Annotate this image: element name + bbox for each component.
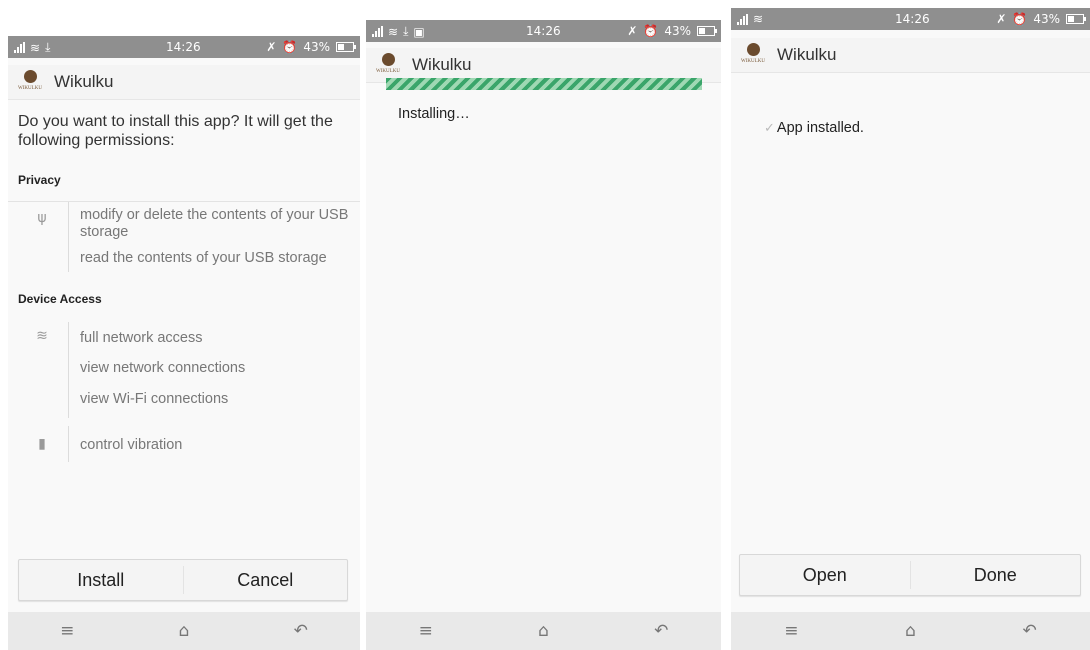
installed-label: App installed. [776, 120, 864, 136]
button-bar: Open Done [739, 554, 1081, 596]
back-icon[interactable]: ↶ [1022, 621, 1036, 641]
home-icon[interactable]: ⌂ [179, 621, 190, 641]
button-bar: Install Cancel [18, 559, 348, 601]
mute-icon: ✗ [266, 40, 277, 54]
navigation-bar: ≡ ⌂ ↶ [8, 612, 360, 650]
device-access-heading: Device Access [18, 292, 102, 306]
menu-icon[interactable]: ≡ [419, 621, 433, 641]
app-header: WIKULKU Wikulku [8, 65, 360, 100]
back-icon[interactable]: ↶ [654, 621, 668, 641]
home-icon[interactable]: ⌂ [905, 621, 916, 641]
battery-percent: 43% [664, 24, 691, 38]
divider [68, 202, 69, 272]
navigation-bar: ≡ ⌂ ↶ [366, 612, 721, 650]
mute-icon: ✗ [996, 12, 1007, 26]
back-icon[interactable]: ↶ [294, 621, 308, 641]
wifi-icon: ≋ [36, 328, 48, 344]
app-logo: WIKULKU [739, 41, 767, 69]
alarm-icon: ⏰ [282, 40, 298, 54]
permission-wifi-view: view Wi-Fi connections [80, 391, 229, 407]
divider [68, 426, 69, 462]
signal-icon [372, 26, 383, 37]
done-button[interactable]: Done [911, 555, 1081, 595]
menu-icon[interactable]: ≡ [60, 621, 74, 641]
battery-percent: 43% [1033, 12, 1060, 26]
privacy-heading: Privacy [18, 173, 61, 187]
divider [68, 322, 69, 418]
install-progress-bar [386, 78, 702, 90]
menu-icon[interactable]: ≡ [784, 621, 798, 641]
app-logo: WIKULKU [374, 51, 402, 79]
app-title: Wikulku [54, 72, 114, 91]
phone-screen-installed: ≋ 14:26 ✗ ⏰ 43% WIKULKU Wikulku ✓ App ins… [731, 8, 1090, 650]
battery-icon [1066, 14, 1086, 24]
home-icon[interactable]: ⌂ [538, 621, 549, 641]
installing-status: Installing… [398, 106, 470, 122]
permission-network-view: view network connections [80, 360, 246, 376]
cancel-button[interactable]: Cancel [184, 560, 348, 600]
download-icon: ⤓ [45, 40, 51, 54]
signal-icon [14, 42, 25, 53]
vibration-icon: ▮ [38, 436, 46, 452]
status-bar: ≋ ⤓ 14:26 ✗ ⏰ 43% [8, 36, 360, 58]
permission-usb-modify: modify or delete the contents of your US… [80, 207, 349, 240]
mute-icon: ✗ [627, 24, 638, 38]
image-icon: ▣ [413, 24, 425, 39]
app-logo: WIKULKU [16, 68, 44, 96]
alarm-icon: ⏰ [643, 24, 659, 38]
signal-icon [737, 13, 748, 25]
status-time: 14:26 [166, 40, 201, 54]
app-title: Wikulku [412, 55, 472, 74]
permission-network-full: full network access [80, 330, 203, 346]
divider [8, 201, 360, 202]
install-button[interactable]: Install [19, 560, 183, 600]
permission-usb-read: read the contents of your USB storage [80, 250, 327, 266]
app-title: Wikulku [777, 45, 837, 64]
app-header: WIKULKU Wikulku [731, 38, 1090, 73]
wifi-icon: ≋ [388, 24, 399, 39]
install-prompt: Do you want to install this app? It will… [18, 113, 333, 149]
battery-icon [697, 26, 717, 36]
wifi-icon: ≋ [753, 12, 764, 26]
usb-icon: ψ [37, 210, 47, 226]
alarm-icon: ⏰ [1012, 12, 1028, 26]
status-time: 14:26 [895, 12, 930, 26]
status-time: 14:26 [526, 24, 561, 38]
status-bar: ≋ 14:26 ✗ ⏰ 43% [731, 8, 1090, 30]
phone-screen-install-prompt: ≋ ⤓ 14:26 ✗ ⏰ 43% WIKULKU Wikulku Do you… [8, 36, 360, 650]
permission-vibration: control vibration [80, 437, 183, 453]
battery-icon [336, 42, 356, 52]
download-icon: ⤓ [403, 24, 409, 38]
battery-percent: 43% [303, 40, 330, 54]
wifi-icon: ≋ [30, 40, 41, 55]
status-bar: ≋ ⤓ ▣ 14:26 ✗ ⏰ 43% [366, 20, 721, 42]
installed-status: ✓ App installed. [764, 120, 864, 136]
checkmark-icon: ✓ [764, 121, 775, 136]
open-button[interactable]: Open [740, 555, 910, 595]
navigation-bar: ≡ ⌂ ↶ [731, 612, 1090, 650]
phone-screen-installing: ≋ ⤓ ▣ 14:26 ✗ ⏰ 43% WIKULKU Wikulku Inst… [366, 20, 721, 650]
